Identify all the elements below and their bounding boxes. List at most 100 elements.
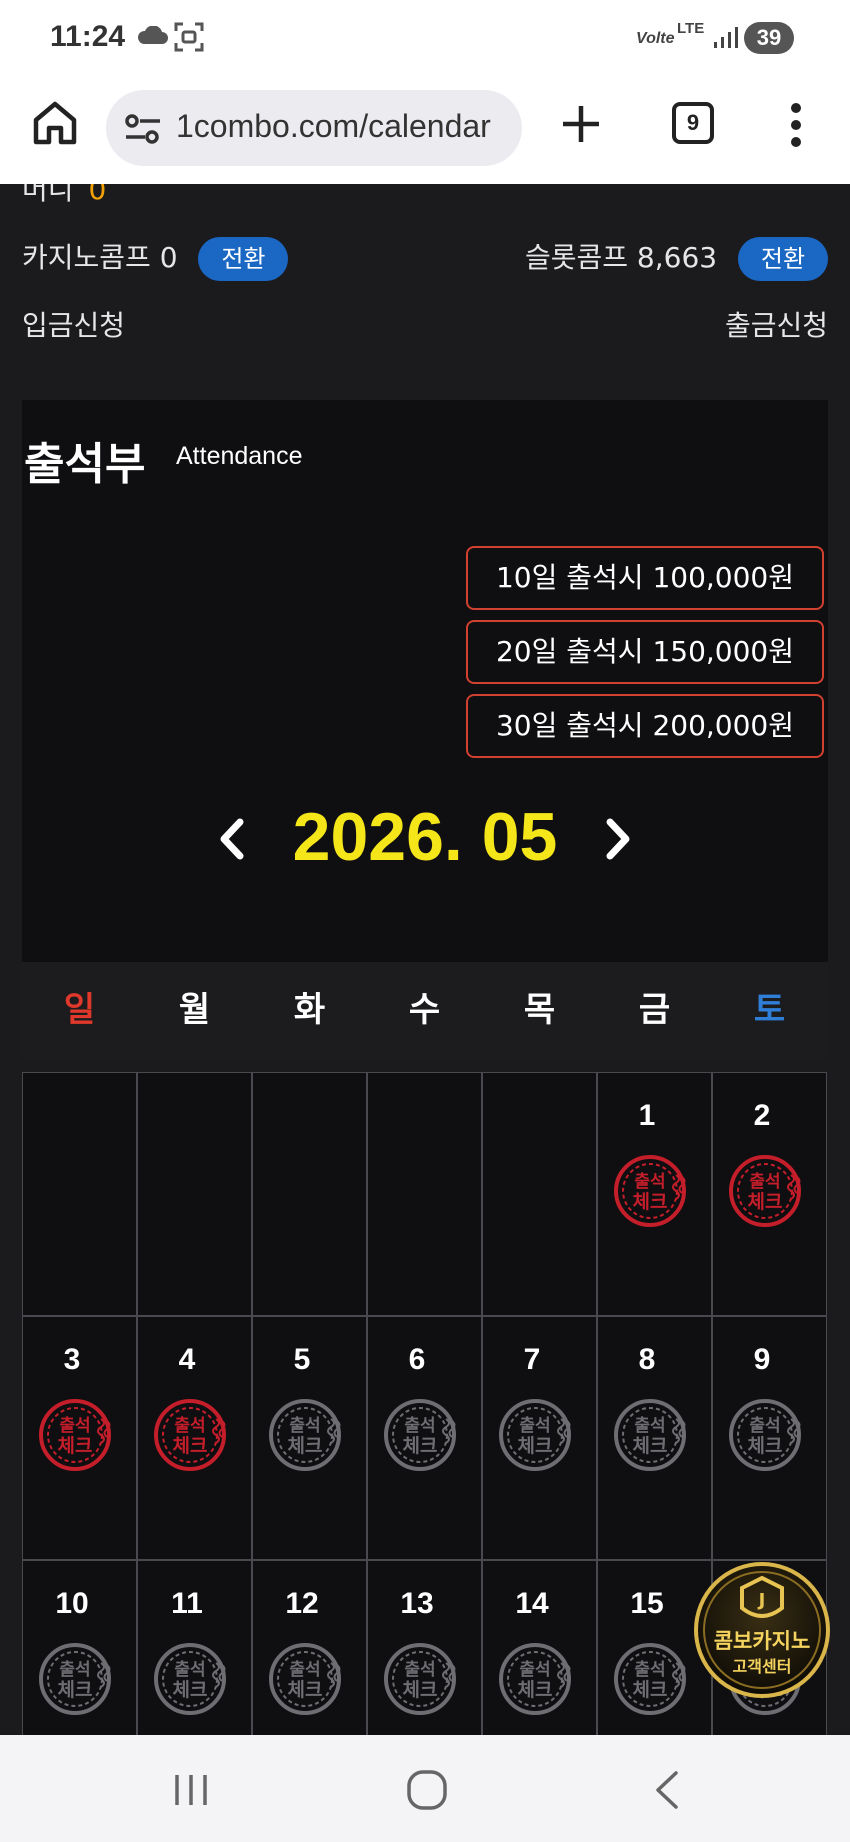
day-number: 5: [293, 1343, 311, 1376]
svg-text:체크: 체크: [58, 1435, 93, 1457]
slot-comp: 슬롯콤프 8,663 전환: [525, 234, 828, 282]
calendar-day-cell[interactable]: 4 출석 체크: [137, 1316, 252, 1560]
cloud-icon: [138, 26, 168, 44]
support-subtitle: 고객센터: [733, 1657, 792, 1676]
deposit-link[interactable]: 입금신청: [22, 309, 125, 342]
new-tab-icon[interactable]: [556, 96, 606, 152]
slot-comp-label: 슬롯콤프 8,663: [524, 241, 718, 274]
page-content: 머니 0 카지노콤프 0 전환 슬롯콤프 8,663 전환 입금신청 출금신청 …: [0, 184, 850, 1735]
svg-text:체크: 체크: [633, 1679, 668, 1701]
attendance-stamp-checked-icon: 출석체크: [729, 1155, 801, 1227]
lte-indicator: LTE: [677, 20, 705, 37]
svg-text:출석: 출석: [749, 1416, 780, 1436]
svg-text:체크: 체크: [173, 1679, 208, 1701]
svg-text:J: J: [757, 1590, 766, 1611]
attendance-stamp-empty-icon: 출석체크: [384, 1399, 456, 1471]
money-label: 머니: [22, 184, 74, 206]
calendar-day-cell[interactable]: 2 출석 체크: [712, 1072, 827, 1316]
svg-text:출석: 출석: [289, 1660, 320, 1680]
weekday-header: 일월화수목금토: [22, 962, 828, 1058]
weekday-label: 금: [638, 990, 671, 1030]
support-title: 콤보카지노: [714, 1629, 811, 1653]
system-nav-bar: [0, 1735, 850, 1842]
calendar-day-cell[interactable]: 1 출석 체크: [597, 1072, 712, 1316]
day-number: 3: [63, 1343, 81, 1376]
attendance-stamp-empty-icon: 출석체크: [729, 1399, 801, 1471]
calendar-day-cell[interactable]: 5 출석 체크: [252, 1316, 367, 1560]
site-settings-icon[interactable]: [124, 112, 162, 146]
calendar-day-cell[interactable]: 3 출석 체크: [22, 1316, 137, 1560]
svg-text:체크: 체크: [748, 1435, 783, 1457]
svg-text:출석: 출석: [634, 1416, 665, 1436]
money-row: 머니 0: [22, 184, 106, 208]
attendance-title: 출석부: [24, 439, 146, 490]
attendance-stamp-empty-icon: 출석체크: [154, 1643, 226, 1715]
status-time: 11:24: [50, 20, 126, 53]
attendance-stamp-empty-icon: 출석체크: [384, 1643, 456, 1715]
attendance-stamp-empty-icon: 출석체크: [499, 1643, 571, 1715]
day-number: 14: [515, 1587, 549, 1620]
svg-text:체크: 체크: [633, 1435, 668, 1457]
day-number: 12: [285, 1587, 319, 1620]
screenshot-icon: [174, 22, 204, 52]
day-number: 4: [178, 1343, 196, 1376]
svg-text:체크: 체크: [173, 1435, 208, 1457]
attendance-stamp-empty-icon: 출석체크: [269, 1643, 341, 1715]
back-nav-icon[interactable]: [652, 1769, 682, 1811]
attendance-stamp-empty-icon: 출석체크: [269, 1399, 341, 1471]
calendar-empty-cell: [137, 1072, 252, 1316]
more-menu-icon[interactable]: [788, 100, 804, 150]
casino-comp: 카지노콤프 0 전환: [22, 234, 289, 282]
calendar-day-cell[interactable]: 14 출석 체크: [482, 1560, 597, 1735]
svg-text:출석: 출석: [59, 1660, 90, 1680]
svg-text:체크: 체크: [518, 1679, 553, 1701]
home-nav-icon[interactable]: [406, 1769, 448, 1811]
svg-text:출석: 출석: [404, 1660, 435, 1680]
calendar-empty-cell: [367, 1072, 482, 1316]
svg-text:체크: 체크: [58, 1679, 93, 1701]
weekday-label: 토: [753, 990, 786, 1030]
calendar-empty-cell: [252, 1072, 367, 1316]
svg-text:체크: 체크: [403, 1435, 438, 1457]
recent-apps-icon[interactable]: [172, 1773, 210, 1807]
comp-row: 카지노콤프 0 전환 슬롯콤프 8,663 전환: [22, 234, 828, 282]
svg-text:출석: 출석: [404, 1416, 435, 1436]
current-month: 2026. 05: [292, 799, 558, 875]
svg-text:출석: 출석: [59, 1416, 90, 1436]
calendar-day-cell[interactable]: 10 출석 체크: [22, 1560, 137, 1735]
reward-10-days: 10일 출석시 100,000원: [466, 546, 824, 610]
day-number: 9: [753, 1343, 771, 1376]
calendar-empty-cell: [22, 1072, 137, 1316]
calendar-day-cell[interactable]: 11 출석 체크: [137, 1560, 252, 1735]
tab-switcher-button[interactable]: 9: [672, 102, 714, 144]
calendar-day-cell[interactable]: 13 출석 체크: [367, 1560, 482, 1735]
day-number: 2: [753, 1099, 771, 1132]
svg-text:체크: 체크: [288, 1435, 323, 1457]
calendar-day-cell[interactable]: 9 출석 체크: [712, 1316, 827, 1560]
svg-text:출석: 출석: [749, 1172, 780, 1192]
attendance-stamp-empty-icon: 출석체크: [614, 1643, 686, 1715]
next-month-icon[interactable]: [600, 816, 636, 862]
svg-text:출석: 출석: [519, 1660, 550, 1680]
battery-indicator: 39: [744, 22, 794, 54]
home-icon[interactable]: [30, 98, 80, 148]
casino-convert-button[interactable]: 전환: [198, 237, 289, 281]
status-bar: 11:24 Volte LTE 39: [0, 0, 850, 76]
address-bar[interactable]: 1combo.com/calendar: [106, 90, 522, 166]
calendar-day-cell[interactable]: 8 출석 체크: [597, 1316, 712, 1560]
withdraw-link[interactable]: 출금신청: [725, 304, 828, 344]
customer-center-badge[interactable]: J 콤보카지노 고객센터: [692, 1560, 832, 1700]
slot-convert-button[interactable]: 전환: [738, 237, 828, 281]
money-value: 0: [88, 184, 107, 206]
weekday-label: 목: [523, 990, 556, 1030]
browser-toolbar: 1combo.com/calendar 9: [0, 76, 850, 184]
calendar-day-cell[interactable]: 12 출석 체크: [252, 1560, 367, 1735]
attendance-stamp-checked-icon: 출석체크: [154, 1399, 226, 1471]
reward-30-days: 30일 출석시 200,000원: [466, 694, 824, 758]
svg-text:출석: 출석: [289, 1416, 320, 1436]
day-number: 10: [55, 1587, 89, 1620]
calendar-day-cell[interactable]: 7 출석 체크: [482, 1316, 597, 1560]
calendar-day-cell[interactable]: 6 출석 체크: [367, 1316, 482, 1560]
volte-indicator: Volte: [636, 30, 675, 47]
day-number: 6: [408, 1343, 426, 1376]
